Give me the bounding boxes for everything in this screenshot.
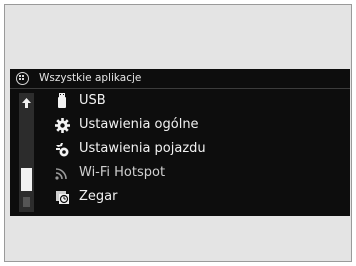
list-item-label: Wi-Fi Hotspot bbox=[79, 165, 166, 180]
scroll-up-arrow-icon[interactable] bbox=[19, 96, 34, 109]
clock-icon bbox=[54, 189, 70, 205]
list-item-vehicle-settings[interactable]: Ustawienia pojazdu bbox=[46, 137, 346, 161]
scrollbar[interactable] bbox=[19, 93, 34, 212]
app-list: USB Ustawienia ogólne Ustawienia pojazdu… bbox=[46, 89, 346, 209]
usb-icon bbox=[54, 93, 70, 109]
list-item-label: USB bbox=[79, 93, 106, 108]
page-title: Wszystkie aplikacje bbox=[39, 72, 142, 84]
apps-grid-icon[interactable] bbox=[16, 72, 29, 85]
scroll-thumb[interactable] bbox=[21, 168, 32, 191]
list-item-label: Ustawienia pojazdu bbox=[79, 141, 206, 156]
header-bar: Wszystkie aplikacje bbox=[10, 69, 350, 89]
scroll-down-indicator[interactable] bbox=[23, 197, 30, 207]
vehicle-settings-icon bbox=[54, 141, 70, 157]
list-item-general-settings[interactable]: Ustawienia ogólne bbox=[46, 113, 346, 137]
device-frame: Wszystkie aplikacje USB Ustawienia ogóln… bbox=[4, 4, 352, 262]
list-item-label: Ustawienia ogólne bbox=[79, 117, 199, 132]
list-item-clock[interactable]: Zegar bbox=[46, 185, 346, 209]
list-item-wifi-hotspot[interactable]: Wi-Fi Hotspot bbox=[46, 161, 346, 185]
wifi-icon bbox=[54, 165, 70, 181]
list-item-usb[interactable]: USB bbox=[46, 89, 346, 113]
gear-icon bbox=[54, 117, 70, 133]
list-item-label: Zegar bbox=[79, 189, 118, 204]
infotainment-screen: Wszystkie aplikacje USB Ustawienia ogóln… bbox=[10, 69, 350, 216]
